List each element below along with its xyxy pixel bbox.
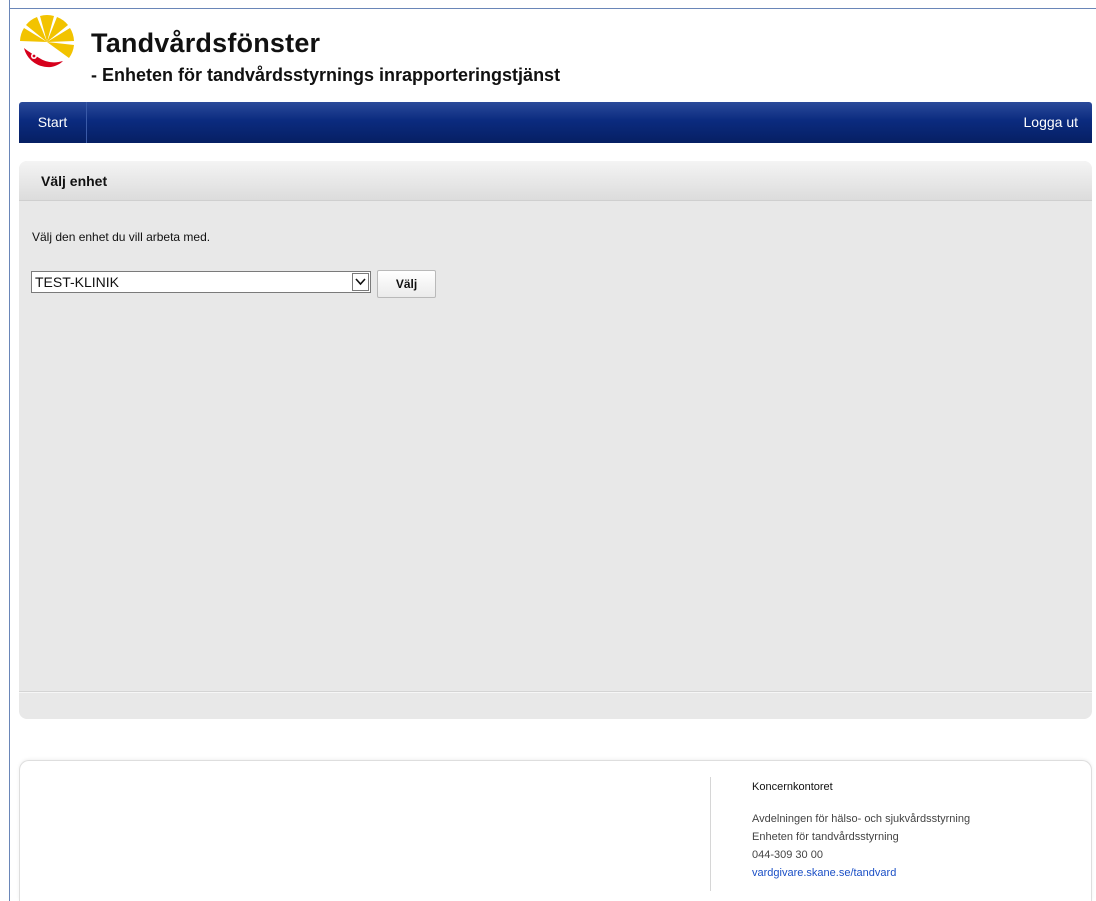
- footer-divider: [710, 777, 711, 891]
- app-subtitle: - Enheten för tandvårdsstyrnings inrappo…: [91, 65, 561, 85]
- panel-title: Välj enhet: [41, 173, 108, 189]
- chevron-down-icon[interactable]: [352, 273, 369, 291]
- panel-header: Välj enhet: [19, 161, 1092, 201]
- footer-phone: 044-309 30 00: [752, 849, 823, 861]
- unit-select-dropdown[interactable]: TEST-KLINIK: [31, 271, 371, 293]
- footer-website-link[interactable]: vardgivare.skane.se/tandvard: [752, 867, 896, 879]
- window-frame-top: [9, 8, 1096, 9]
- footer-unit: Enheten för tandvårdsstyrning: [752, 831, 899, 843]
- instruction-text: Välj den enhet du vill arbeta med.: [32, 230, 211, 244]
- panel-footer-divider-highlight: [19, 692, 1092, 693]
- app-title: Tandvårdsfönster: [91, 28, 321, 58]
- choose-unit-button[interactable]: Välj: [377, 270, 436, 298]
- footer-department: Avdelningen för hälso- och sjukvårdsstyr…: [752, 813, 971, 825]
- select-unit-panel: Välj enhet Välj den enhet du vill arbeta…: [19, 161, 1092, 719]
- main-navbar: Start Logga ut: [19, 102, 1092, 143]
- region-skane-logo-icon: [18, 12, 76, 70]
- footer-organization: Koncernkontoret: [752, 781, 833, 793]
- nav-start-link[interactable]: Start: [19, 102, 87, 143]
- page-footer: Koncernkontoret Avdelningen för hälso- o…: [19, 760, 1092, 901]
- unit-select-value: TEST-KLINIK: [35, 274, 120, 290]
- logout-link[interactable]: Logga ut: [1024, 102, 1079, 143]
- window-frame-left: [9, 0, 10, 901]
